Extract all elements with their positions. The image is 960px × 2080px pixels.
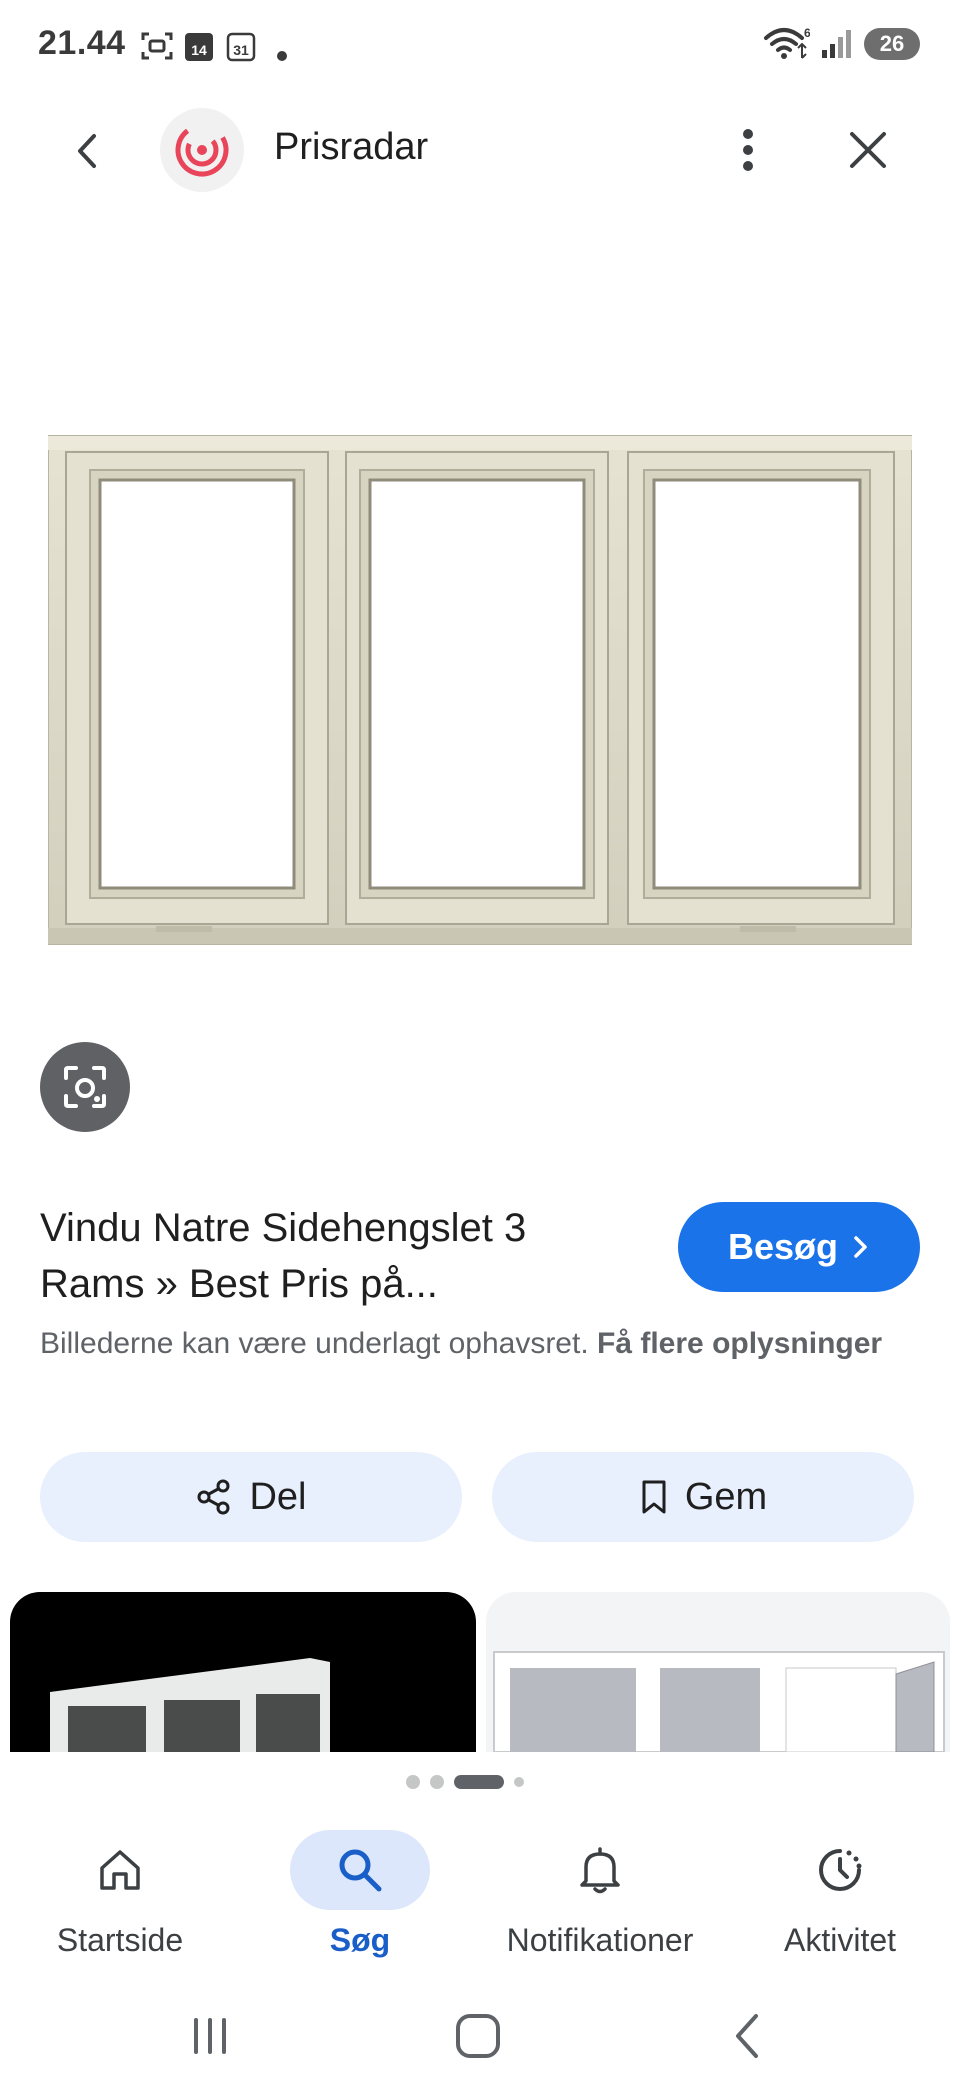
lens-search-button[interactable]: [40, 1042, 130, 1132]
recent-apps-button[interactable]: [180, 2006, 240, 2066]
related-window-image-1: [50, 1658, 330, 1752]
status-bar: 21.44 14 31 6 26: [0, 0, 960, 92]
back-button[interactable]: [62, 126, 112, 176]
more-info-link[interactable]: Få flere oplysninger: [597, 1327, 882, 1360]
nav-label-notifications: Notifikationer: [506, 1922, 694, 1958]
calendar-day-2: 31: [233, 42, 249, 58]
save-label: Gem: [684, 1475, 768, 1518]
share-button[interactable]: Del: [40, 1452, 462, 1542]
bottom-navigation: Startside Søg Notifikationer Aktivitet: [0, 1818, 960, 1988]
window-product-image[interactable]: [48, 430, 912, 950]
bookmark-icon: [642, 1480, 666, 1514]
chevron-right-icon: [854, 1236, 867, 1258]
calendar-day-1: 14: [191, 42, 207, 58]
calendar-outline-icon: 31: [226, 32, 256, 62]
copyright-notice: Billederne kan være underlagt ophavsret.…: [40, 1322, 900, 1366]
carousel-dot: [514, 1777, 524, 1787]
home-icon: [100, 1850, 140, 1890]
radar-icon: [175, 123, 229, 177]
bell-icon: [580, 1847, 620, 1894]
app-bar: Prisradar: [0, 100, 960, 200]
related-image-1[interactable]: [10, 1592, 476, 1752]
nav-label-activity: Aktivitet: [783, 1922, 897, 1958]
window-sash-right: [627, 451, 895, 932]
more-options-button[interactable]: [730, 122, 766, 178]
battery-indicator: 26: [864, 28, 920, 60]
nav-label-home: Startside: [56, 1922, 184, 1958]
save-button[interactable]: Gem: [492, 1452, 914, 1542]
carousel-dot: [406, 1775, 420, 1789]
window-sash-middle: [345, 451, 609, 925]
activity-icon: [819, 1849, 862, 1891]
signal-icon: [822, 30, 851, 58]
close-button[interactable]: [842, 124, 894, 176]
related-window-image-2: [493, 1651, 945, 1752]
notification-dot-icon: [277, 51, 287, 61]
app-title: Prisradar: [274, 126, 429, 168]
carousel-indicator: [0, 1775, 960, 1789]
carousel-dot: [430, 1775, 444, 1789]
screenshot-icon: [141, 32, 173, 60]
back-system-button[interactable]: [718, 2006, 778, 2066]
wifi-icon: 6: [764, 26, 810, 59]
lens-icon: [64, 1066, 106, 1108]
window-sash-left: [65, 451, 329, 932]
calendar-icon: 14: [185, 33, 213, 61]
share-label: Del: [249, 1475, 307, 1518]
status-right: 6 26: [764, 26, 920, 62]
result-title[interactable]: Vindu Natre Sidehengslet 3 Rams » Best P…: [40, 1200, 640, 1312]
nav-label-search: Søg: [329, 1922, 391, 1958]
home-system-button[interactable]: [448, 2006, 508, 2066]
share-icon: [197, 1479, 230, 1515]
status-time: 21.44: [38, 24, 126, 62]
system-navigation-bar: [0, 1988, 960, 2080]
nav-item-notifications[interactable]: Notifikationer: [480, 1830, 720, 1980]
search-icon: [339, 1849, 382, 1892]
nav-item-home[interactable]: Startside: [0, 1830, 240, 1980]
related-image-2[interactable]: [486, 1592, 950, 1752]
visit-label: Besøg: [727, 1226, 839, 1267]
nav-item-search[interactable]: Søg: [240, 1830, 480, 1980]
svg-text:6: 6: [804, 26, 810, 40]
nav-item-activity[interactable]: Aktivitet: [720, 1830, 960, 1980]
visit-button[interactable]: Besøg: [678, 1202, 920, 1292]
copyright-text: Billederne kan være underlagt ophavsret.: [40, 1327, 589, 1360]
carousel-dot-active: [454, 1775, 504, 1789]
app-logo: [160, 108, 244, 192]
